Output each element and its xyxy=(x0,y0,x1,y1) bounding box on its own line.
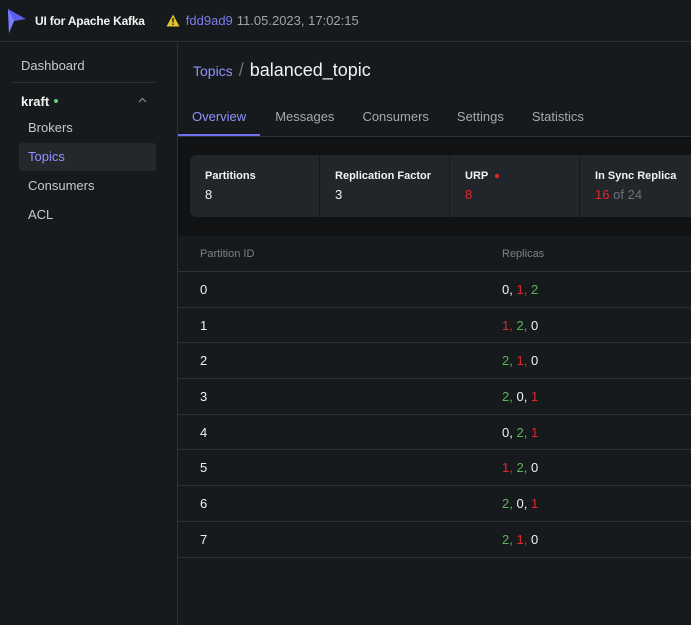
cluster-status-dot xyxy=(54,99,59,103)
metric-partitions: Partitions 8 xyxy=(190,155,321,217)
top-header: UI for Apache Kafka fdd9ad9 11.05.2023, … xyxy=(0,0,691,42)
partition-id-cell: 1 xyxy=(200,317,208,333)
app-title: UI for Apache Kafka xyxy=(35,13,145,28)
partition-id-cell: 2 xyxy=(200,353,208,369)
table-row: 0 0, 1, 2 xyxy=(178,272,691,308)
replica-id: 1 xyxy=(530,388,539,404)
sidebar: Dashboard kraft Brokers Topics Consumers… xyxy=(0,43,178,625)
replica-id: 0 xyxy=(530,531,539,547)
metric-label: In Sync Replica xyxy=(595,170,677,182)
page-title: balanced_topic xyxy=(249,60,371,80)
replica-id: 0 xyxy=(530,353,539,369)
tab-messages[interactable]: Messages xyxy=(260,100,348,136)
in-sync-total: of 24 xyxy=(613,187,643,202)
partition-id-cell: 4 xyxy=(200,424,208,440)
cluster-toggle[interactable]: kraft xyxy=(21,91,151,111)
sidebar-item-brokers[interactable]: Brokers xyxy=(19,114,156,142)
metric-replication-factor: Replication Factor 3 xyxy=(320,155,451,217)
replica-id: 0 xyxy=(516,388,524,404)
partition-id-cell: 5 xyxy=(200,460,208,476)
partition-id-cell: 7 xyxy=(200,531,208,547)
metrics-card: Partitions 8 Replication Factor 3 URP 8 … xyxy=(190,155,691,217)
replica-id: 0 xyxy=(530,317,539,333)
tab-statistics[interactable]: Statistics xyxy=(518,100,598,136)
sidebar-item-consumers[interactable]: Consumers xyxy=(19,172,156,200)
table-row: 4 0, 2, 1 xyxy=(178,415,691,451)
sidebar-item-acl[interactable]: ACL xyxy=(19,201,156,229)
replicas-cell: 2, 0, 1 xyxy=(502,388,539,404)
warning-icon xyxy=(166,14,180,27)
table-row: 6 2, 0, 1 xyxy=(178,486,691,522)
metric-urp: URP 8 xyxy=(450,155,581,217)
replicas-cell: 2, 1, 0 xyxy=(502,353,539,369)
replicas-cell: 0, 2, 1 xyxy=(502,424,539,440)
metrics-section: Partitions 8 Replication Factor 3 URP 8 … xyxy=(178,137,691,236)
breadcrumb: Topics / balanced_topic xyxy=(193,60,371,81)
replicas-cell: 1, 2, 0 xyxy=(502,460,539,476)
metric-value-in-sync: 16 of 24 xyxy=(595,187,691,202)
version-info: fdd9ad9 11.05.2023, 17:02:15 xyxy=(166,13,359,28)
table-row: 3 2, 0, 1 xyxy=(178,379,691,415)
tab-settings[interactable]: Settings xyxy=(443,100,518,136)
table-row: 7 2, 1, 0 xyxy=(178,522,691,558)
replica-id: 2 xyxy=(516,424,524,440)
table-row: 2 2, 1, 0 xyxy=(178,343,691,380)
replica-id: 1 xyxy=(516,353,524,369)
metric-in-sync-replicas: In Sync Replica 16 of 24 xyxy=(580,155,691,217)
breadcrumb-topics-link[interactable]: Topics xyxy=(193,63,233,79)
version-hash-link[interactable]: fdd9ad9 xyxy=(186,13,233,28)
metric-label-urp: URP xyxy=(465,170,579,182)
column-header-partition-id: Partition ID xyxy=(200,247,255,260)
in-sync-count: 16 xyxy=(595,187,610,202)
replica-id: 0 xyxy=(516,495,524,511)
table-header: Partition ID Replicas xyxy=(178,236,691,272)
sidebar-item-dashboard[interactable]: Dashboard xyxy=(11,51,156,83)
replicas-cell: 2, 0, 1 xyxy=(502,495,539,511)
column-header-replicas: Replicas xyxy=(502,247,545,260)
replica-id: 1 xyxy=(530,495,539,511)
replica-id: 0 xyxy=(530,460,539,476)
metric-value: 8 xyxy=(205,187,213,202)
tab-consumers[interactable]: Consumers xyxy=(348,100,442,136)
urp-alert-dot xyxy=(495,174,500,178)
chevron-up-icon xyxy=(138,97,147,103)
metric-label: Replication Factor xyxy=(335,170,431,182)
replicas-cell: 2, 1, 0 xyxy=(502,531,539,547)
partition-id-cell: 6 xyxy=(200,495,208,511)
version-date: 11.05.2023, 17:02:15 xyxy=(236,13,359,28)
metric-label: URP xyxy=(465,170,489,182)
topic-tabs: Overview Messages Consumers Settings Sta… xyxy=(178,100,691,137)
partition-id-cell: 0 xyxy=(200,281,208,297)
replica-id: 2 xyxy=(516,460,524,476)
partition-id-cell: 3 xyxy=(200,388,208,404)
tab-overview[interactable]: Overview xyxy=(178,100,261,136)
replica-id: 2 xyxy=(516,317,524,333)
table-body: 0 0, 1, 2 1 1, 2, 0 2 2, 1, 0 3 2, 0, 1 4 0, 2, 1… xyxy=(178,272,691,558)
replica-id: 1 xyxy=(530,424,539,440)
partitions-table: Partition ID Replicas 0 0, 1, 2 1 1, 2, 022… xyxy=(178,236,691,558)
sidebar-item-topics[interactable]: Topics xyxy=(19,143,156,171)
replica-id: 1 xyxy=(516,531,524,547)
logo[interactable]: UI for Apache Kafka xyxy=(0,8,145,34)
breadcrumb-separator: / xyxy=(238,60,244,80)
metric-value: 3 xyxy=(335,187,343,202)
replica-id: 1 xyxy=(516,281,524,297)
table-row: 1 1, 2, 0 xyxy=(178,308,691,344)
replicas-cell: 0, 1, 2 xyxy=(502,281,539,297)
replica-id: 2 xyxy=(530,281,539,297)
kafka-logo-icon xyxy=(8,8,26,33)
table-row: 5 1, 2, 0 xyxy=(178,450,691,487)
replicas-cell: 1, 2, 0 xyxy=(502,317,539,333)
metric-value: 8 xyxy=(465,187,473,202)
metric-label: Partitions xyxy=(205,170,256,182)
cluster-name: kraft xyxy=(21,93,50,109)
